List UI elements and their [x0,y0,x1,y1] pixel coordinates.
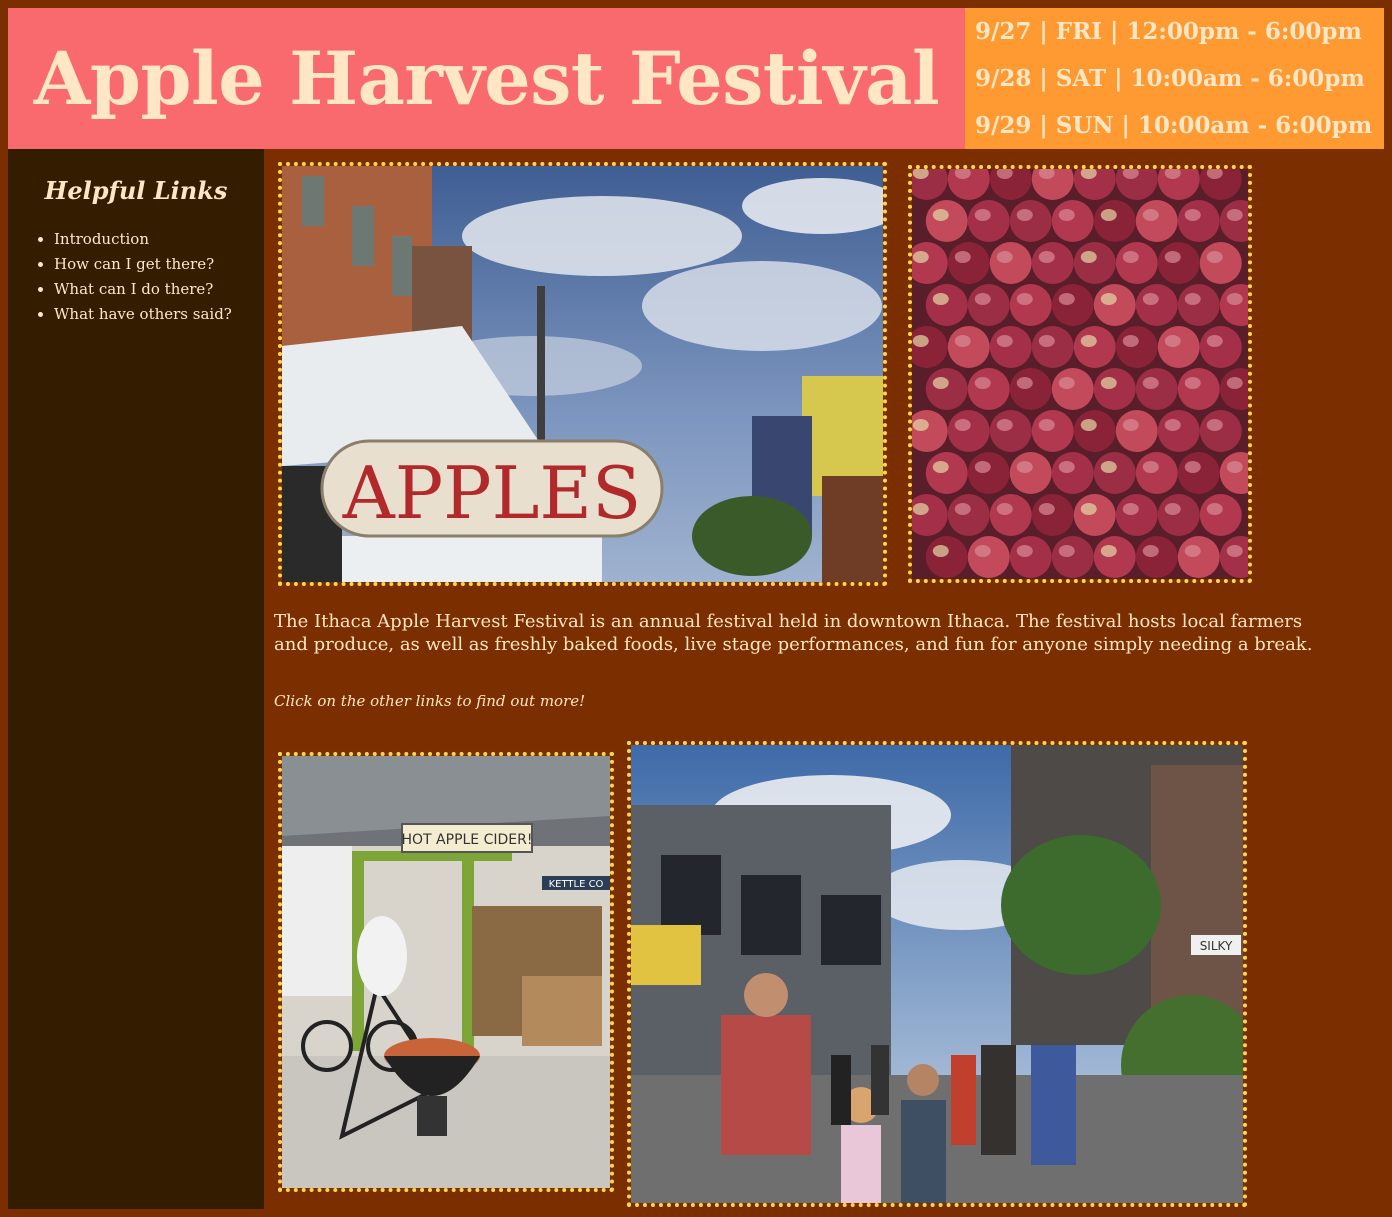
silky-sign-text: SILKY [1200,939,1233,953]
site-header: Apple Harvest Festival 9/27 | FRI | 12:0… [8,8,1384,149]
link-others-said[interactable]: What have others said? [54,305,232,323]
link-do-there[interactable]: What can I do there? [54,280,213,298]
links-hint: Click on the other links to find out mor… [274,692,586,710]
apple-pile-image [912,169,1248,579]
link-get-there[interactable]: How can I get there? [54,255,214,273]
link-introduction[interactable]: Introduction [54,230,149,248]
photo-apples-sign: APPLES [278,162,887,586]
festival-dates: 9/27 | FRI | 12:00pm - 6:00pm 9/28 | SAT… [965,8,1384,149]
sidebar-item-do-there: What can I do there? [54,277,264,302]
title-banner: Apple Harvest Festival [8,8,965,149]
sidebar-links: Introduction How can I get there? What c… [8,227,264,327]
cider-sign-text: HOT APPLE CIDER! [402,832,533,848]
photo-hot-cider: HOT APPLE CIDER! KETTLE CO [278,752,614,1192]
page: Apple Harvest Festival 9/27 | FRI | 12:0… [8,8,1384,1209]
sidebar-heading: Helpful Links [44,176,228,205]
sidebar: Helpful Links Introduction How can I get… [8,149,264,1209]
hot-cider-image: HOT APPLE CIDER! KETTLE CO [282,756,610,1188]
street-crowd-image: SILKY [631,745,1243,1203]
sidebar-item-others-said: What have others said? [54,302,264,327]
page-title: Apple Harvest Festival [33,35,940,122]
apples-sign-text: APPLES [342,451,642,535]
intro-paragraph: The Ithaca Apple Harvest Festival is an … [274,611,1313,655]
date-saturday: 9/28 | SAT | 10:00am - 6:00pm [975,65,1365,92]
sidebar-item-introduction: Introduction [54,227,264,252]
photo-street-crowd: SILKY [627,741,1247,1207]
kettle-sign-text: KETTLE CO [549,879,604,890]
apples-sign-image: APPLES [282,166,883,582]
date-sunday: 9/29 | SUN | 10:00am - 6:00pm [975,112,1373,139]
main-content: APPLES HOT APPLE CIDER! KETTLE CO SILKY … [264,149,1384,1209]
date-friday: 9/27 | FRI | 12:00pm - 6:00pm [975,18,1362,45]
photo-apple-pile [908,165,1252,583]
sidebar-item-get-there: How can I get there? [54,252,264,277]
